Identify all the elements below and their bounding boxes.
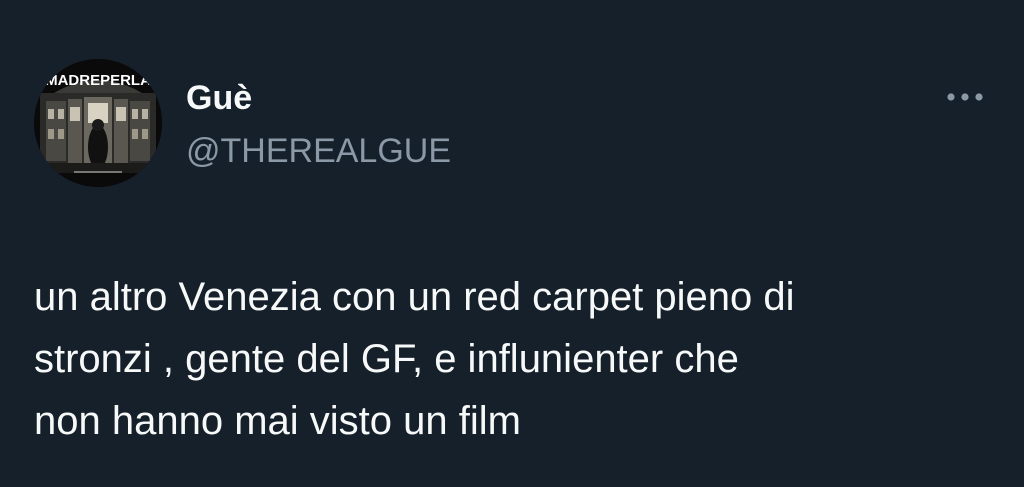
- avatar-image: MADREPERLA: [34, 59, 162, 187]
- tweet-text-line: non hanno mai visto un film: [34, 399, 521, 443]
- display-name[interactable]: Guè: [186, 78, 252, 118]
- tweet-text: un altro Venezia con un red carpet pieno…: [34, 266, 994, 452]
- more-options-button[interactable]: [940, 80, 990, 114]
- avatar-logo-text: MADREPERLA: [45, 72, 151, 89]
- avatar[interactable]: MADREPERLA: [34, 59, 162, 187]
- tweet-text-line: un altro Venezia con un red carpet pieno…: [34, 275, 795, 319]
- tweet-card: MADREPERLA Guè @THEREALGUE un altro Vene…: [0, 0, 1024, 487]
- more-horizontal-icon: [947, 93, 983, 101]
- user-handle[interactable]: @THEREALGUE: [186, 130, 451, 172]
- tweet-text-line: stronzi , gente del GF, e influnienter c…: [34, 337, 739, 381]
